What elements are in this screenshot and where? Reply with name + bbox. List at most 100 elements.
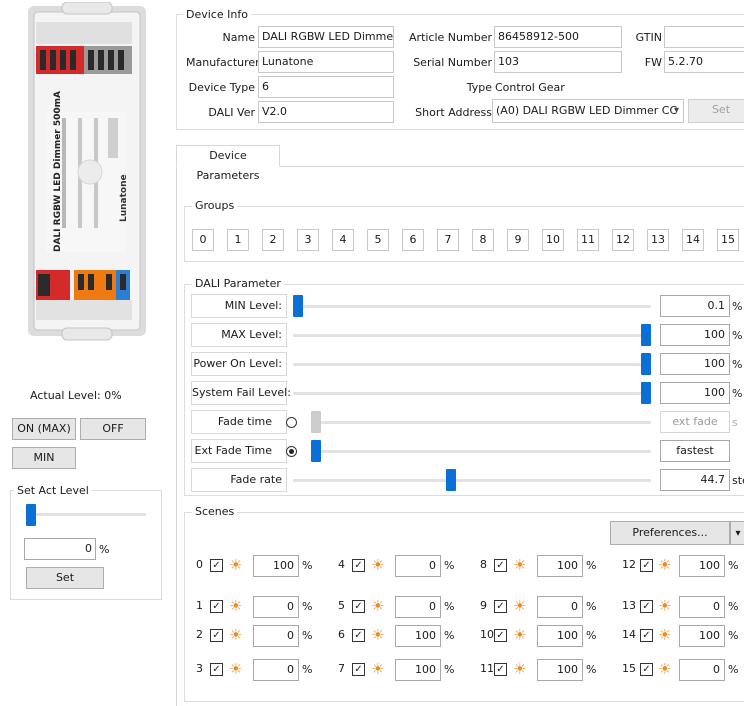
fade-rate-slider-thumb[interactable]	[446, 469, 456, 491]
scene-level-input[interactable]: 100	[537, 625, 583, 647]
min-level-slider-thumb[interactable]	[293, 295, 303, 317]
preferences-button[interactable]: Preferences...	[610, 521, 730, 545]
min-level-value-field[interactable]: 0.1	[660, 295, 730, 317]
group-6-button[interactable]: 6	[402, 229, 424, 251]
scene-2: 2 ✓ ☀ 0%	[196, 622, 326, 650]
dali-ver-field[interactable]: V2.0	[258, 101, 394, 123]
on-max-button[interactable]: ON (MAX)	[12, 418, 76, 440]
fade-time-value-field[interactable]: ext fade	[660, 411, 730, 433]
set-address-button[interactable]: Set	[688, 99, 744, 123]
group-12-button[interactable]: 12	[612, 229, 634, 251]
scene-level-unit: %	[302, 629, 313, 642]
power-on-level-slider-thumb[interactable]	[641, 353, 651, 375]
scene-level-input[interactable]: 100	[395, 659, 441, 681]
scene-10: 10 ✓ ☀ 100%	[480, 622, 610, 650]
chevron-down-icon: ▾	[735, 528, 741, 539]
min-button[interactable]: MIN	[12, 447, 76, 469]
gtin-field[interactable]	[664, 26, 744, 48]
scene-7: 7 ✓ ☀ 100%	[338, 656, 468, 684]
scene-level-input[interactable]: 100	[537, 659, 583, 681]
fade-rate-value-field[interactable]: 44.7	[660, 469, 730, 491]
group-9-button[interactable]: 9	[507, 229, 529, 251]
serial-number-field[interactable]: 103	[494, 51, 622, 73]
fw-field[interactable]: 5.2.70	[664, 51, 744, 73]
device-type-field[interactable]: 6	[258, 76, 394, 98]
ext-fade-time-radio[interactable]	[286, 446, 297, 457]
group-7-button[interactable]: 7	[437, 229, 459, 251]
scene-level-input[interactable]: 0	[395, 596, 441, 618]
scene-enabled-checkbox[interactable]: ✓	[640, 663, 653, 676]
scene-enabled-checkbox[interactable]: ✓	[352, 663, 365, 676]
group-11-button[interactable]: 11	[577, 229, 599, 251]
tab-device-parameters[interactable]: Device Parameters	[176, 145, 280, 182]
scene-level-input[interactable]: 0	[253, 659, 299, 681]
max-level-value-field[interactable]: 100	[660, 324, 730, 346]
scene-enabled-checkbox[interactable]: ✓	[352, 629, 365, 642]
set-act-level-button[interactable]: Set	[26, 567, 104, 589]
ext-fade-time-slider-thumb[interactable]	[311, 440, 321, 462]
act-level-input[interactable]: 0	[24, 538, 96, 560]
device-info-legend: Device Info	[183, 8, 251, 21]
scene-enabled-checkbox[interactable]: ✓	[640, 559, 653, 572]
scene-enabled-checkbox[interactable]: ✓	[494, 629, 507, 642]
power-on-level-value-field[interactable]: 100	[660, 353, 730, 375]
group-8-button[interactable]: 8	[472, 229, 494, 251]
scene-level-input[interactable]: 100	[537, 555, 583, 577]
system-fail-level-value-field[interactable]: 100	[660, 382, 730, 404]
scene-level-input[interactable]: 0	[395, 555, 441, 577]
group-1-button[interactable]: 1	[227, 229, 249, 251]
scene-enabled-checkbox[interactable]: ✓	[210, 600, 223, 613]
preferences-dropdown-button[interactable]: ▾	[730, 521, 744, 545]
scene-level-input[interactable]: 100	[679, 625, 725, 647]
act-level-unit: %	[99, 543, 110, 556]
system-fail-level-slider-thumb[interactable]	[641, 382, 651, 404]
scene-12: 12 ✓ ☀ 100%	[622, 552, 744, 580]
scene-enabled-checkbox[interactable]: ✓	[352, 559, 365, 572]
group-3-button[interactable]: 3	[297, 229, 319, 251]
scene-level-input[interactable]: 0	[679, 596, 725, 618]
name-field[interactable]: DALI RGBW LED Dimme...	[258, 26, 394, 48]
scene-level-input[interactable]: 100	[395, 625, 441, 647]
scene-enabled-checkbox[interactable]: ✓	[494, 559, 507, 572]
group-14-button[interactable]: 14	[682, 229, 704, 251]
group-2-button[interactable]: 2	[262, 229, 284, 251]
ext-fade-time-value-field[interactable]: fastest	[660, 440, 730, 462]
scene-level-input[interactable]: 0	[537, 596, 583, 618]
max-level-slider-thumb[interactable]	[641, 324, 651, 346]
scene-level-unit: %	[586, 629, 597, 642]
fade-time-slider-thumb[interactable]	[311, 411, 321, 433]
scene-enabled-checkbox[interactable]: ✓	[494, 663, 507, 676]
off-button[interactable]: OFF	[80, 418, 146, 440]
sun-icon: ☀	[371, 556, 385, 574]
scene-level-input[interactable]: 0	[679, 659, 725, 681]
article-number-field[interactable]: 86458912-500	[494, 26, 622, 48]
scene-level-input[interactable]: 0	[253, 596, 299, 618]
scene-level-input[interactable]: 100	[679, 555, 725, 577]
scene-level-input[interactable]: 0	[253, 625, 299, 647]
scene-index: 4	[338, 558, 345, 571]
act-level-slider-thumb[interactable]	[26, 504, 36, 526]
group-0-button[interactable]: 0	[192, 229, 214, 251]
fade-time-radio[interactable]	[286, 417, 297, 428]
scene-enabled-checkbox[interactable]: ✓	[640, 629, 653, 642]
dali-ver-label: DALI Ver	[208, 106, 255, 119]
scene-enabled-checkbox[interactable]: ✓	[210, 629, 223, 642]
scene-enabled-checkbox[interactable]: ✓	[210, 663, 223, 676]
scene-enabled-checkbox[interactable]: ✓	[494, 600, 507, 613]
scene-level-input[interactable]: 100	[253, 555, 299, 577]
scene-1: 1 ✓ ☀ 0%	[196, 593, 326, 621]
scene-enabled-checkbox[interactable]: ✓	[640, 600, 653, 613]
group-13-button[interactable]: 13	[647, 229, 669, 251]
group-10-button[interactable]: 10	[542, 229, 564, 251]
group-4-button[interactable]: 4	[332, 229, 354, 251]
scene-enabled-checkbox[interactable]: ✓	[210, 559, 223, 572]
manufacturer-field[interactable]: Lunatone	[258, 51, 394, 73]
scene-enabled-checkbox[interactable]: ✓	[352, 600, 365, 613]
group-15-button[interactable]: 15	[717, 229, 739, 251]
short-address-select[interactable]: (A0) DALI RGBW LED Dimmer CC ▾	[492, 99, 684, 123]
max-level-label: MAX Level:	[191, 323, 287, 347]
device-product-text: DALI RGBW LED Dimmer 500mA	[53, 91, 63, 252]
scene-index: 11	[480, 662, 494, 675]
group-5-button[interactable]: 5	[367, 229, 389, 251]
scene-4: 4 ✓ ☀ 0%	[338, 552, 468, 580]
